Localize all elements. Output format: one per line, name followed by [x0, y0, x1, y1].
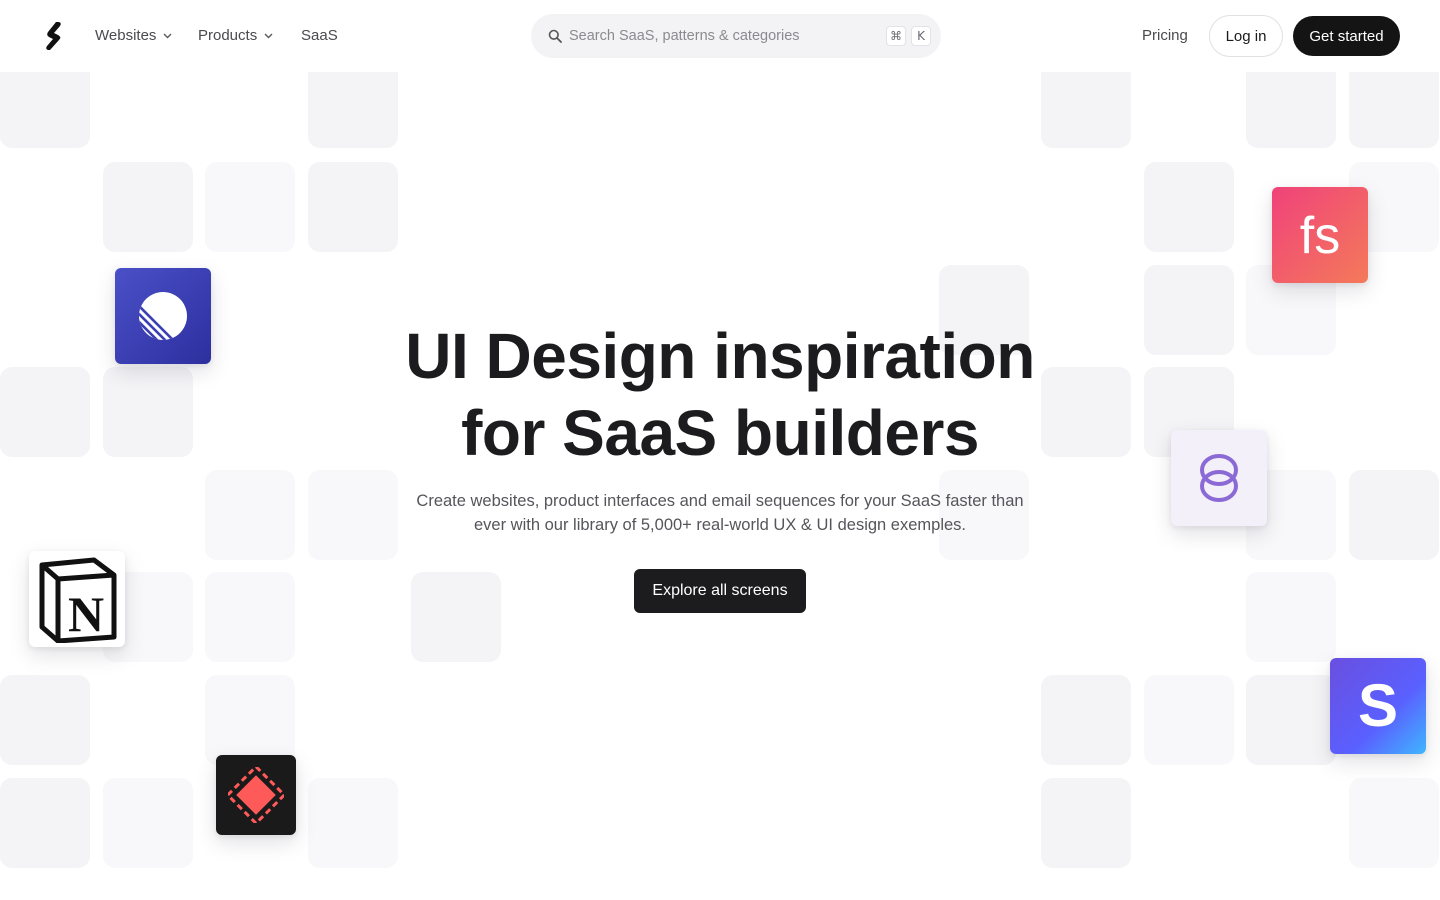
background-tile: [205, 470, 295, 560]
background-tile: [1041, 778, 1131, 868]
background-tile: [0, 367, 90, 457]
hero-subtitle: Create websites, product interfaces and …: [380, 489, 1060, 537]
nav-websites[interactable]: Websites: [95, 26, 172, 46]
svg-text:N: N: [68, 586, 104, 642]
search-bar[interactable]: ⌘ K: [531, 14, 941, 58]
background-tile: [1144, 265, 1234, 355]
notion-app-icon[interactable]: N: [29, 551, 125, 647]
supabase-style-app-icon[interactable]: [1171, 430, 1267, 526]
get-started-button[interactable]: Get started: [1293, 16, 1400, 56]
login-button[interactable]: Log in: [1209, 15, 1283, 57]
notion-logo-icon: N: [39, 557, 117, 643]
search-input[interactable]: [569, 25, 869, 47]
fullstory-app-icon[interactable]: fs: [1272, 187, 1368, 283]
background-tile: [1144, 162, 1234, 252]
background-tile: [1144, 675, 1234, 765]
superdesign-logo-icon[interactable]: [44, 21, 64, 51]
background-tile: [1349, 778, 1439, 868]
svg-text:S: S: [1358, 676, 1398, 736]
search-icon: [548, 29, 562, 43]
linear-logo-icon: [139, 292, 187, 340]
background-tile: [308, 778, 398, 868]
shortcut-key-cmd: ⌘: [886, 26, 906, 46]
chevron-down-icon: [163, 33, 172, 39]
background-tile: [0, 778, 90, 868]
linear-app-icon[interactable]: [115, 268, 211, 364]
background-tile: [308, 162, 398, 252]
nav-products[interactable]: Products: [198, 26, 273, 46]
top-nav: Websites Products SaaS ⌘ K Pricing Log i…: [0, 0, 1440, 72]
background-tile: [205, 162, 295, 252]
stripe-logo-icon: S: [1358, 676, 1398, 736]
svg-text:fs: fs: [1300, 207, 1340, 265]
stripe-app-icon[interactable]: S: [1330, 658, 1426, 754]
chevron-down-icon: [264, 33, 273, 39]
background-tile: [411, 572, 501, 662]
interlocked-rings-logo-icon: [1200, 454, 1238, 502]
background-tile: [0, 675, 90, 765]
background-tile: [205, 675, 295, 765]
nav-websites-label: Websites: [95, 27, 157, 44]
explore-all-screens-button[interactable]: Explore all screens: [634, 569, 806, 613]
shortcut-key-k: K: [911, 26, 931, 46]
background-tile: [1041, 675, 1131, 765]
background-tile: [103, 162, 193, 252]
nav-products-label: Products: [198, 27, 258, 44]
background-tile: [1349, 470, 1439, 560]
nav-pricing[interactable]: Pricing: [1142, 26, 1188, 46]
background-tile: [205, 572, 295, 662]
hero-title-line-2: for SaaS builders: [461, 397, 979, 469]
background-tile: [1246, 675, 1336, 765]
background-tile: [103, 367, 193, 457]
hero-title-line-1: UI Design inspiration: [405, 320, 1035, 392]
background-tile: [1246, 572, 1336, 662]
nav-saas[interactable]: SaaS: [301, 26, 338, 46]
hero-subtitle-line-2: ever with our library of 5,000+ real-wor…: [473, 516, 966, 534]
raycast-app-icon[interactable]: [216, 755, 296, 835]
nav-saas-label: SaaS: [301, 27, 338, 44]
background-tile: [103, 778, 193, 868]
hero-subtitle-line-1: Create websites, product interfaces and …: [416, 492, 1024, 510]
fullstory-logo-icon: fs: [1300, 207, 1340, 265]
hero-title: UI Design inspiration for SaaS builders: [320, 318, 1120, 472]
raycast-logo-icon: [228, 767, 284, 823]
